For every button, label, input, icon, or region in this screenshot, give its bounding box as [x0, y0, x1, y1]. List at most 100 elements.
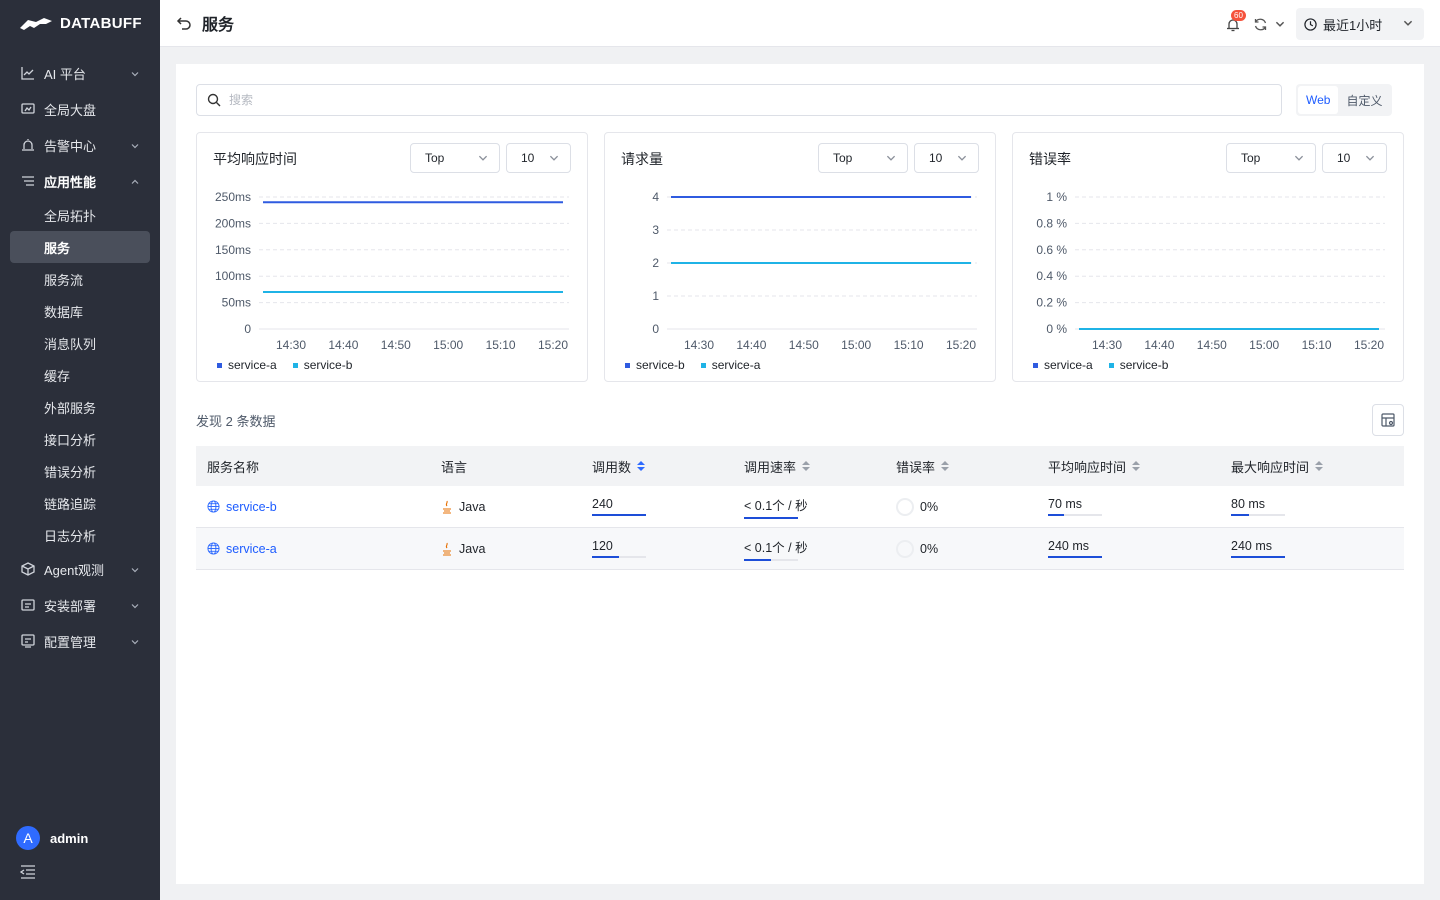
page-header: 服务 60 最近1小时 — [160, 0, 1440, 47]
top-select[interactable]: Top — [410, 143, 500, 173]
y-tick-label: 1 % — [1046, 190, 1067, 204]
sidebar-item-label: 配置管理 — [44, 634, 97, 650]
sidebar-item-label: 全局大盘 — [44, 102, 97, 118]
top-n-select[interactable]: 10 — [506, 143, 571, 173]
notification-bell-icon[interactable]: 60 — [1223, 10, 1246, 34]
sidebar-subitem-log-analysis[interactable]: 日志分析 — [0, 519, 160, 551]
refresh-icon — [1254, 18, 1267, 30]
sidebar-subitem-external-service[interactable]: 外部服务 — [0, 391, 160, 423]
collapse-sidebar-icon[interactable] — [19, 865, 36, 882]
sort-icon — [1315, 461, 1324, 471]
service-link[interactable]: service-a — [207, 542, 277, 556]
time-range-select[interactable]: 最近1小时 — [1296, 8, 1424, 40]
x-tick-label: 14:50 — [1197, 338, 1227, 352]
legend-item[interactable]: service-b — [1108, 358, 1168, 372]
column-settings-button[interactable] — [1372, 404, 1404, 436]
sidebar-subitem-topology[interactable]: 全局拓扑 — [0, 199, 160, 231]
sidebar-subitem-services[interactable]: 服务 — [10, 231, 150, 263]
x-tick-label: 14:50 — [381, 338, 411, 352]
chevron-down-icon — [1364, 152, 1376, 164]
y-tick-label: 150ms — [215, 243, 251, 257]
sidebar-item-alert-center[interactable]: 告警中心 — [0, 127, 160, 163]
view-toggle-custom[interactable]: 自定义 — [1338, 86, 1390, 114]
sidebar-item-deploy[interactable]: 安装部署 — [0, 587, 160, 623]
sort-icon — [941, 461, 950, 471]
request-count-chart: 0 1 2 3 4 14:30 14:40 14:50 15:00 15:10 15:20 — [652, 190, 977, 352]
back-icon[interactable] — [176, 15, 192, 31]
chevron-up-icon — [130, 175, 140, 190]
sidebar-item-ai-platform[interactable]: AI 平台 — [0, 55, 160, 91]
y-tick-label: 200ms — [215, 216, 251, 230]
legend-swatch — [292, 362, 298, 368]
column-header-call-rate[interactable]: 调用速率 — [744, 446, 811, 486]
sidebar-subitem-tracing[interactable]: 链路追踪 — [0, 487, 160, 519]
sort-icon — [1132, 461, 1141, 471]
call-rate: < 0.1个 / 秒 — [744, 498, 808, 513]
chevron-down-icon — [548, 152, 560, 164]
x-tick-label: 15:00 — [1249, 338, 1279, 352]
sidebar-subitem-cache[interactable]: 缓存 — [0, 359, 160, 391]
column-header-label: 平均响应时间 — [1048, 459, 1127, 475]
java-icon — [441, 500, 453, 514]
language: Java — [459, 541, 486, 556]
column-header-calls[interactable]: 调用数 — [592, 446, 646, 486]
service-link[interactable]: service-b — [207, 500, 277, 514]
column-header-max-response[interactable]: 最大响应时间 — [1231, 446, 1324, 486]
table-header: 服务名称 语言 调用数 调用速率 错误率 平均响应时间 最大响应时间 — [196, 446, 1404, 486]
notification-badge: 60 — [1231, 10, 1246, 21]
chevron-down-icon — [130, 67, 140, 82]
top-n-select[interactable]: 10 — [914, 143, 979, 173]
install-icon — [20, 597, 36, 613]
error-rate: 0% — [920, 541, 939, 556]
x-tick-label: 14:40 — [736, 338, 766, 352]
sidebar-subitem-message-queue[interactable]: 消息队列 — [0, 327, 160, 359]
column-header-label: 最大响应时间 — [1231, 459, 1310, 475]
top-n-select[interactable]: 10 — [1322, 143, 1387, 173]
x-tick-label: 15:10 — [1302, 338, 1332, 352]
table-row[interactable]: service-a Java 120 < 0.1个 / 秒 0% 240 ms … — [196, 528, 1404, 570]
y-tick-label: 2 — [652, 256, 659, 270]
sidebar-subitem-service-flow[interactable]: 服务流 — [0, 263, 160, 295]
top-select[interactable]: Top — [818, 143, 908, 173]
sidebar-subitem-database[interactable]: 数据库 — [0, 295, 160, 327]
refresh-control[interactable] — [1253, 17, 1286, 32]
view-toggle-web[interactable]: Web — [1298, 86, 1339, 114]
sidebar-subitem-error-analysis[interactable]: 错误分析 — [0, 455, 160, 487]
sidebar: DATABUFF AI 平台 全局大盘 告警中心 应用性能 全局拓扑 服务 服务… — [0, 0, 160, 900]
search-input[interactable] — [229, 93, 1229, 107]
max-response-bar — [1231, 514, 1285, 516]
logo[interactable]: DATABUFF — [0, 0, 160, 47]
sidebar-item-apm[interactable]: 应用性能 — [0, 163, 160, 199]
legend-item[interactable]: service-a — [217, 358, 277, 372]
legend-swatch — [217, 362, 222, 368]
column-header-error-rate[interactable]: 错误率 — [896, 446, 950, 486]
legend-item[interactable]: service-a — [700, 358, 760, 372]
search-box[interactable] — [196, 84, 1282, 116]
legend-item[interactable]: service-b — [625, 358, 685, 372]
view-toggle: Web 自定义 — [1296, 84, 1393, 116]
sidebar-item-config[interactable]: 配置管理 — [0, 623, 160, 659]
service-name: service-a — [226, 541, 277, 556]
x-tick-label: 15:20 — [1354, 338, 1384, 352]
x-tick-label: 15:10 — [486, 338, 516, 352]
user-menu[interactable]: A admin — [16, 826, 88, 850]
brand-logo-icon — [20, 17, 52, 30]
y-tick-label: 100ms — [215, 269, 251, 283]
legend-swatch — [1108, 362, 1114, 368]
sidebar-item-agent[interactable]: Agent观测 — [0, 551, 160, 587]
chart-title: 请求量 — [621, 151, 663, 167]
table-row[interactable]: service-b Java 240 < 0.1个 / 秒 0% 70 ms 8… — [196, 486, 1404, 528]
chart-card-request-count: 请求量 Top 10 0 1 2 3 4 14:30 14:40 14:50 15:00 15:1… — [604, 132, 996, 382]
sidebar-subitem-api-analysis[interactable]: 接口分析 — [0, 423, 160, 455]
call-rate: < 0.1个 / 秒 — [744, 540, 808, 555]
y-tick-label: 4 — [652, 190, 659, 204]
legend-item[interactable]: service-b — [292, 358, 352, 372]
call-rate-bar — [744, 558, 798, 561]
column-header-avg-response[interactable]: 平均响应时间 — [1048, 446, 1141, 486]
legend-item[interactable]: service-a — [1033, 358, 1093, 372]
top-select[interactable]: Top — [1226, 143, 1316, 173]
sort-icon — [637, 461, 646, 471]
call-count: 120 — [592, 539, 613, 553]
error-rate-ring — [896, 539, 914, 558]
sidebar-item-global-dashboard[interactable]: 全局大盘 — [0, 91, 160, 127]
